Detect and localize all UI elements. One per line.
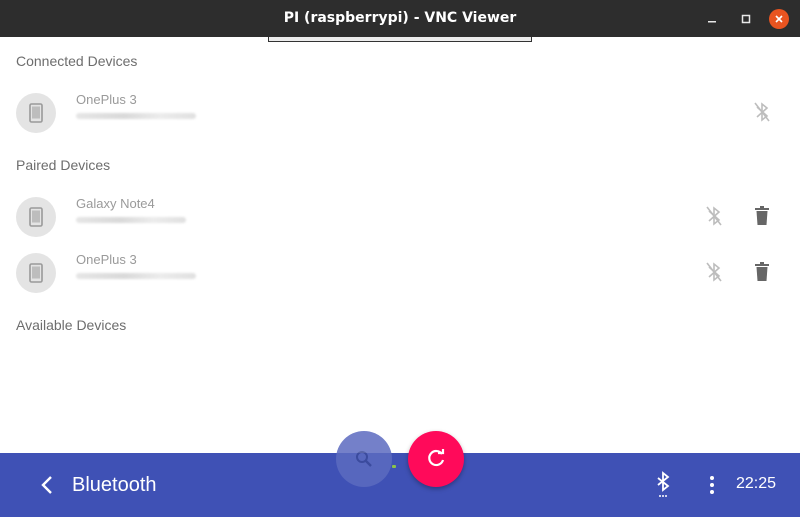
device-address-redacted bbox=[76, 217, 186, 223]
delete-device-button[interactable] bbox=[750, 260, 774, 284]
section-connected-devices: Connected Devices bbox=[16, 53, 138, 69]
bluetooth-connect-button[interactable] bbox=[702, 260, 726, 284]
back-button[interactable] bbox=[36, 473, 60, 497]
phone-icon bbox=[29, 263, 43, 283]
more-options-button[interactable] bbox=[700, 473, 724, 497]
window-title: PI (raspberrypi) - VNC Viewer bbox=[283, 10, 517, 26]
maximize-button[interactable] bbox=[736, 9, 756, 29]
refresh-icon bbox=[428, 449, 445, 467]
phone-icon bbox=[29, 103, 43, 123]
close-icon bbox=[775, 15, 783, 23]
more-vert-icon bbox=[710, 476, 714, 494]
bluetooth-connect-button[interactable] bbox=[702, 204, 726, 228]
device-row[interactable]: OnePlus 3 bbox=[0, 248, 800, 298]
close-button[interactable] bbox=[769, 9, 789, 29]
bottom-app-bar: Bluetooth 22:25 bbox=[0, 453, 800, 517]
bluetooth-disabled-icon bbox=[706, 206, 722, 226]
device-row[interactable]: Galaxy Note4 bbox=[0, 192, 800, 242]
device-name: OnePlus 3 bbox=[76, 92, 137, 107]
window-titlebar: PI (raspberrypi) - VNC Viewer bbox=[0, 0, 800, 37]
device-list: Connected Devices OnePlus 3 Paired Devic… bbox=[0, 37, 800, 453]
progress-indicator bbox=[392, 465, 396, 468]
device-name: OnePlus 3 bbox=[76, 252, 137, 267]
chevron-left-icon bbox=[41, 476, 52, 494]
search-fab[interactable] bbox=[336, 431, 392, 487]
section-paired-devices: Paired Devices bbox=[16, 157, 111, 173]
device-avatar bbox=[16, 93, 56, 133]
bluetooth-disabled-icon bbox=[754, 102, 770, 122]
device-avatar bbox=[16, 197, 56, 237]
bluetooth-searching-icon bbox=[657, 471, 670, 497]
bluetooth-disabled-icon bbox=[706, 262, 722, 282]
trash-icon bbox=[755, 262, 769, 281]
section-available-devices: Available Devices bbox=[16, 317, 127, 333]
trash-icon bbox=[755, 206, 769, 225]
clock: 22:25 bbox=[736, 475, 777, 492]
phone-icon bbox=[29, 207, 43, 227]
page-title: Bluetooth bbox=[72, 474, 157, 496]
device-row[interactable]: OnePlus 3 bbox=[0, 88, 800, 138]
minimize-icon bbox=[708, 21, 716, 23]
minimize-button[interactable] bbox=[702, 9, 722, 29]
bluetooth-status-button[interactable] bbox=[651, 471, 675, 499]
device-address-redacted bbox=[76, 113, 196, 119]
maximize-icon bbox=[741, 14, 751, 24]
device-address-redacted bbox=[76, 273, 196, 279]
search-icon bbox=[356, 451, 372, 467]
bluetooth-disconnect-button[interactable] bbox=[750, 100, 774, 124]
refresh-fab[interactable] bbox=[408, 431, 464, 487]
device-avatar bbox=[16, 253, 56, 293]
delete-device-button[interactable] bbox=[750, 204, 774, 228]
device-name: Galaxy Note4 bbox=[76, 196, 155, 211]
